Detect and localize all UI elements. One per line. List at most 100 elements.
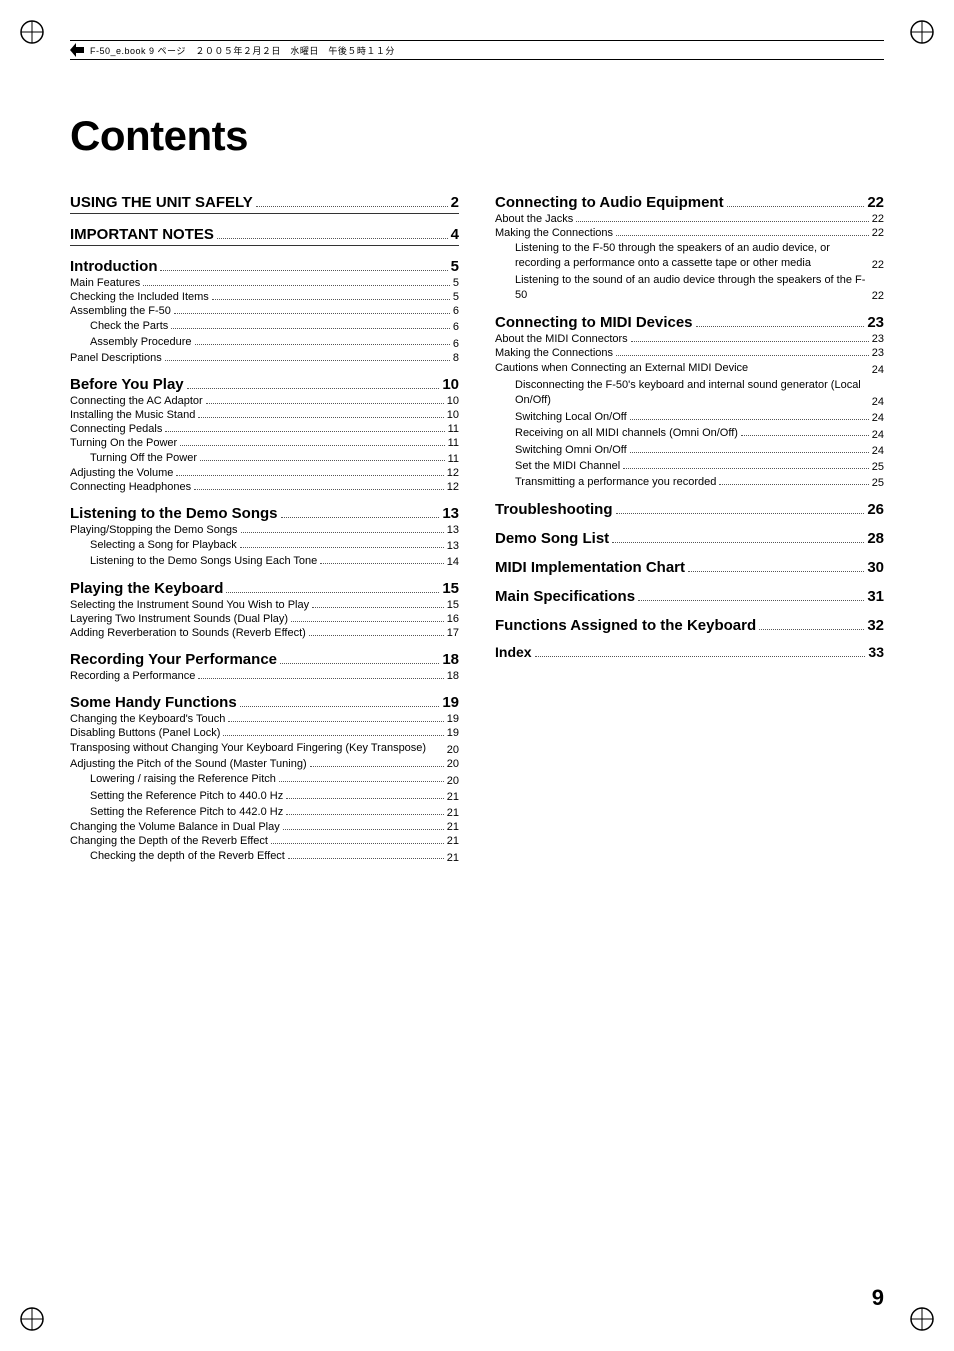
toc-section: Introduction5 [70, 258, 459, 275]
toc-section: Some Handy Functions19 [70, 694, 459, 711]
toc-item-label: Changing the Depth of the Reverb Effect [70, 835, 268, 847]
toc-pagenum: 17 [447, 627, 459, 639]
toc-pagenum: 19 [447, 727, 459, 739]
header-arrow-icon [70, 43, 84, 57]
toc-pagenum: 19 [442, 694, 459, 711]
toc-dots [174, 313, 450, 314]
toc-pagenum: 10 [447, 409, 459, 421]
toc-dots [165, 431, 444, 432]
toc-subitem-label: Listening to the F-50 through the speake… [515, 241, 867, 271]
toc-section: USING THE UNIT SAFELY2 [70, 194, 459, 214]
toc-dots [180, 445, 444, 446]
toc-dots [312, 607, 444, 608]
toc-dots [281, 517, 440, 518]
toc-pagenum: 10 [442, 376, 459, 393]
toc-pagenum: 20 [447, 758, 459, 770]
toc-item: Connecting Pedals11 [70, 423, 459, 435]
toc-subitem-label: Setting the Reference Pitch to 442.0 Hz [90, 805, 283, 819]
toc-item-label: About the MIDI Connectors [495, 333, 628, 345]
toc-subitem: Assembly Procedure6 [90, 335, 459, 349]
toc-dots [309, 635, 444, 636]
toc-pagenum: 13 [447, 524, 459, 536]
toc-dots [727, 206, 865, 207]
toc-pagenum: 22 [872, 213, 884, 225]
toc-section-label: Introduction [70, 258, 157, 275]
toc-container: USING THE UNIT SAFELY2IMPORTANT NOTES4In… [70, 182, 884, 864]
toc-dots [200, 460, 445, 461]
toc-section: Functions Assigned to the Keyboard 32 [495, 617, 884, 634]
toc-subitem: Switching Local On/Off24 [515, 410, 884, 424]
reg-mark-tl [18, 18, 46, 46]
reg-mark-br [908, 1305, 936, 1333]
toc-dots [741, 435, 869, 436]
toc-section-label: Connecting to Audio Equipment [495, 194, 724, 211]
reg-mark-bl [18, 1305, 46, 1333]
toc-pagenum: 28 [867, 530, 884, 547]
reg-mark-tr [908, 18, 936, 46]
toc-pagenum: 32 [867, 617, 884, 634]
toc-dots [176, 475, 443, 476]
toc-dots [160, 270, 447, 271]
toc-subitem: Receiving on all MIDI channels (Omni On/… [515, 426, 884, 440]
toc-dots [187, 388, 440, 389]
toc-dots [165, 360, 450, 361]
toc-pagenum: 11 [448, 437, 459, 449]
toc-pagenum: 33 [868, 644, 884, 660]
toc-pagenum: 24 [872, 445, 884, 457]
toc-dots [616, 355, 869, 356]
toc-dots [206, 403, 444, 404]
toc-pagenum: 24 [872, 364, 884, 376]
toc-subitem: Switching Omni On/Off24 [515, 443, 884, 457]
toc-item: Changing the Volume Balance in Dual Play… [70, 821, 459, 833]
toc-dots [638, 600, 864, 601]
toc-dots [195, 344, 450, 345]
toc-section-label: Index [495, 644, 532, 660]
toc-pagenum: 23 [872, 333, 884, 345]
toc-item-label: Main Features [70, 277, 140, 289]
toc-item: Connecting the AC Adaptor10 [70, 395, 459, 407]
toc-pagenum: 5 [453, 291, 459, 303]
toc-section: Before You Play10 [70, 376, 459, 393]
toc-item-label: Recording a Performance [70, 670, 195, 682]
toc-dots [286, 814, 444, 815]
toc-dots [623, 468, 869, 469]
toc-subitem: Lowering / raising the Reference Pitch20 [90, 772, 459, 786]
toc-item-label: Playing/Stopping the Demo Songs [70, 524, 238, 536]
toc-item-wrap: Transposing without Changing Your Keyboa… [70, 741, 459, 756]
toc-item: Adding Reverberation to Sounds (Reverb E… [70, 627, 459, 639]
toc-subitem-label: Setting the Reference Pitch to 440.0 Hz [90, 789, 283, 803]
toc-section-label: Demo Song List [495, 530, 609, 547]
toc-pagenum: 11 [448, 453, 459, 465]
toc-pagenum: 11 [448, 423, 459, 435]
toc-subitem-label: Turning Off the Power [90, 451, 197, 465]
toc-dots [310, 766, 444, 767]
toc-item-label: Disabling Buttons (Panel Lock) [70, 727, 220, 739]
toc-dots [288, 858, 444, 859]
toc-pagenum: 6 [453, 321, 459, 333]
toc-subitem: Checking the depth of the Reverb Effect2… [90, 849, 459, 863]
toc-dots [616, 513, 865, 514]
page-title: Contents [70, 112, 884, 160]
toc-pagenum: 24 [872, 412, 884, 424]
page: F-50_e.book 9 ページ ２００５年２月２日 水曜日 午後５時１１分 … [0, 0, 954, 1351]
toc-section: Connecting to MIDI Devices23 [495, 314, 884, 331]
toc-subitem-label: Receiving on all MIDI channels (Omni On/… [515, 426, 738, 440]
toc-dots [535, 656, 866, 657]
toc-item-label: Adjusting the Pitch of the Sound (Master… [70, 758, 307, 770]
toc-item: Panel Descriptions8 [70, 352, 459, 364]
toc-section: MIDI Implementation Chart30 [495, 559, 884, 576]
toc-subitem-label: Assembly Procedure [90, 335, 192, 349]
toc-pagenum: 16 [447, 613, 459, 625]
toc-item: Connecting Headphones12 [70, 481, 459, 493]
toc-subitem: Set the MIDI Channel25 [515, 459, 884, 473]
toc-section-label: Functions Assigned to the Keyboard [495, 617, 756, 634]
toc-dots [759, 629, 864, 630]
toc-dots [688, 571, 864, 572]
toc-dots [217, 238, 448, 239]
toc-dots [143, 285, 450, 286]
toc-dots [291, 621, 444, 622]
toc-section: Listening to the Demo Songs13 [70, 505, 459, 522]
toc-subitem: Selecting a Song for Playback13 [90, 538, 459, 552]
toc-item-label: Transposing without Changing Your Keyboa… [70, 741, 426, 756]
toc-dots [240, 706, 440, 707]
